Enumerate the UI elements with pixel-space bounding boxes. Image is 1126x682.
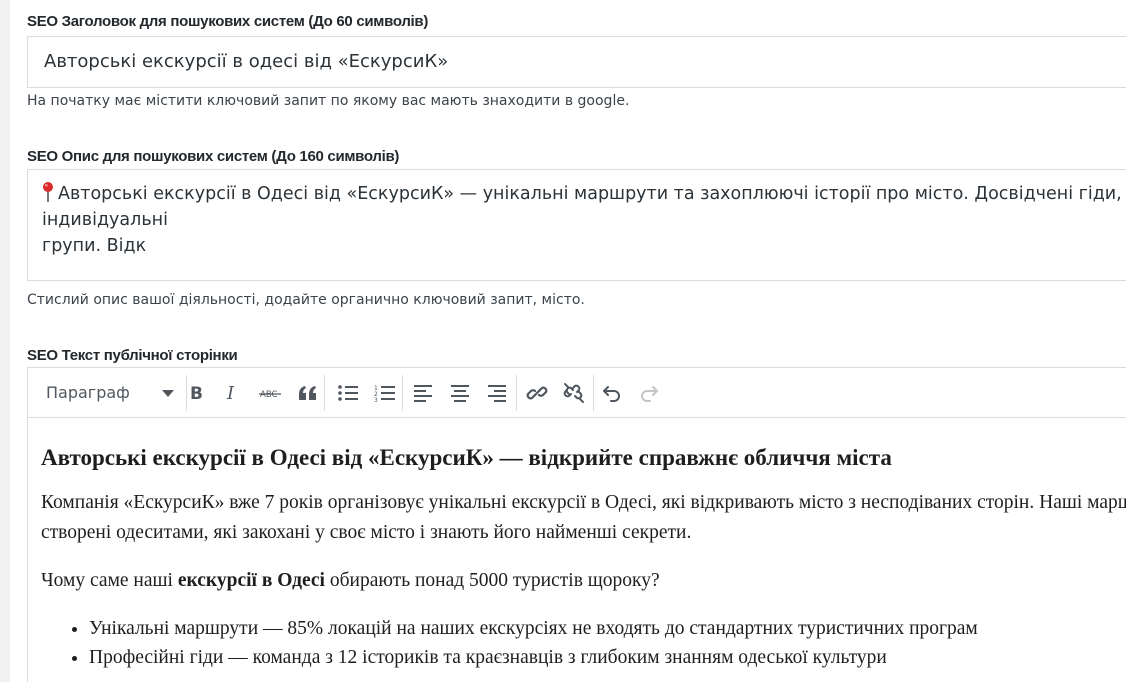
content-bullet-list: Унікальні маршрути — 85% локацій на наши… (41, 614, 1126, 672)
seo-description-help: Стислий опис вашої діяльності, додайте о… (27, 292, 585, 308)
align-center-icon (451, 385, 469, 402)
italic-button[interactable]: I (218, 378, 248, 408)
unlink-button[interactable] (559, 378, 589, 408)
link-button[interactable] (522, 378, 552, 408)
align-center-button[interactable] (445, 378, 475, 408)
blockquote-button[interactable] (293, 378, 323, 408)
content-paragraph-question: Чому саме наші екскурсії в Одесі обирают… (41, 566, 1126, 596)
strikethrough-icon: ABC (259, 390, 281, 400)
toolbar-separator (324, 375, 325, 411)
seo-description-label: SEO Опис для пошукових систем (До 160 си… (27, 148, 400, 165)
list-item: Унікальні маршрути — 85% локацій на наши… (89, 614, 1126, 643)
format-select-value: Параграф (46, 383, 130, 402)
seo-description-line-2: групи. Відк (42, 236, 147, 256)
seo-description-line-1: Авторські екскурсії в Одесі від «Ескурси… (42, 184, 1122, 230)
toolbar-separator (516, 375, 517, 411)
svg-text:I: I (226, 383, 235, 403)
seo-text-editor: Параграф B I ABC 123 Авторські екскурсії… (27, 367, 1126, 682)
paragraph-line-1: Компанія «ЕскурсиК» вже 7 років організо… (41, 492, 1126, 513)
content-heading: Авторські екскурсії в Одесі від «Ескурси… (41, 445, 892, 470)
numbered-list-icon: 123 (374, 385, 395, 403)
undo-button[interactable] (597, 378, 627, 408)
paragraph-text: обирають понад 5000 туристів щороку? (324, 570, 660, 591)
redo-button[interactable] (634, 378, 664, 408)
bullet-list-button[interactable] (333, 378, 363, 408)
seo-text-label: SEO Текст публічної сторінки (27, 347, 238, 364)
editor-content[interactable]: Авторські екскурсії в Одесі від «Ескурси… (41, 442, 1126, 672)
toolbar-separator (402, 375, 403, 411)
align-left-button[interactable] (408, 378, 438, 408)
bullet-list-icon (338, 385, 358, 401)
svg-text:3: 3 (374, 397, 378, 403)
bold-icon: B (190, 384, 203, 403)
seo-title-label: SEO Заголовок для пошукових систем (До 6… (27, 13, 429, 30)
list-item: Професійні гіди — команда з 12 істориків… (89, 643, 1126, 672)
seo-settings-panel: SEO Заголовок для пошукових систем (До 6… (10, 0, 1126, 682)
seo-title-input[interactable]: Авторські екскурсії в одесі від «Ескурси… (27, 36, 1126, 88)
redo-icon (641, 386, 658, 402)
svg-text:B: B (190, 384, 203, 403)
numbered-list-button[interactable]: 123 (370, 378, 400, 408)
link-icon (526, 386, 548, 400)
bold-button[interactable]: B (182, 378, 212, 408)
undo-icon (603, 386, 620, 402)
svg-text:ABC: ABC (260, 390, 277, 400)
unlink-icon (563, 383, 584, 403)
align-left-icon (414, 385, 432, 402)
paragraph-line-2: створені одеситами, які закохані у своє … (41, 522, 692, 543)
content-paragraph: Компанія «ЕскурсиК» вже 7 років організо… (41, 488, 1126, 548)
format-select[interactable]: Параграф (36, 378, 176, 408)
paragraph-bold-keyword: екскурсії в Одесі (177, 570, 325, 591)
strikethrough-button[interactable]: ABC (255, 378, 285, 408)
seo-title-help: На початку має містити ключовий запит по… (27, 93, 630, 109)
red-pin-icon (42, 181, 54, 203)
align-right-button[interactable] (482, 378, 512, 408)
chevron-down-icon (162, 390, 174, 397)
align-right-icon (488, 385, 506, 402)
toolbar-separator (593, 375, 594, 411)
seo-description-textarea[interactable]: Авторські екскурсії в Одесі від «Ескурси… (27, 169, 1126, 281)
editor-toolbar: Параграф B I ABC 123 (28, 368, 1126, 418)
italic-icon: I (226, 383, 235, 403)
blockquote-icon (299, 386, 316, 400)
paragraph-text: Чому саме наші (41, 570, 178, 591)
